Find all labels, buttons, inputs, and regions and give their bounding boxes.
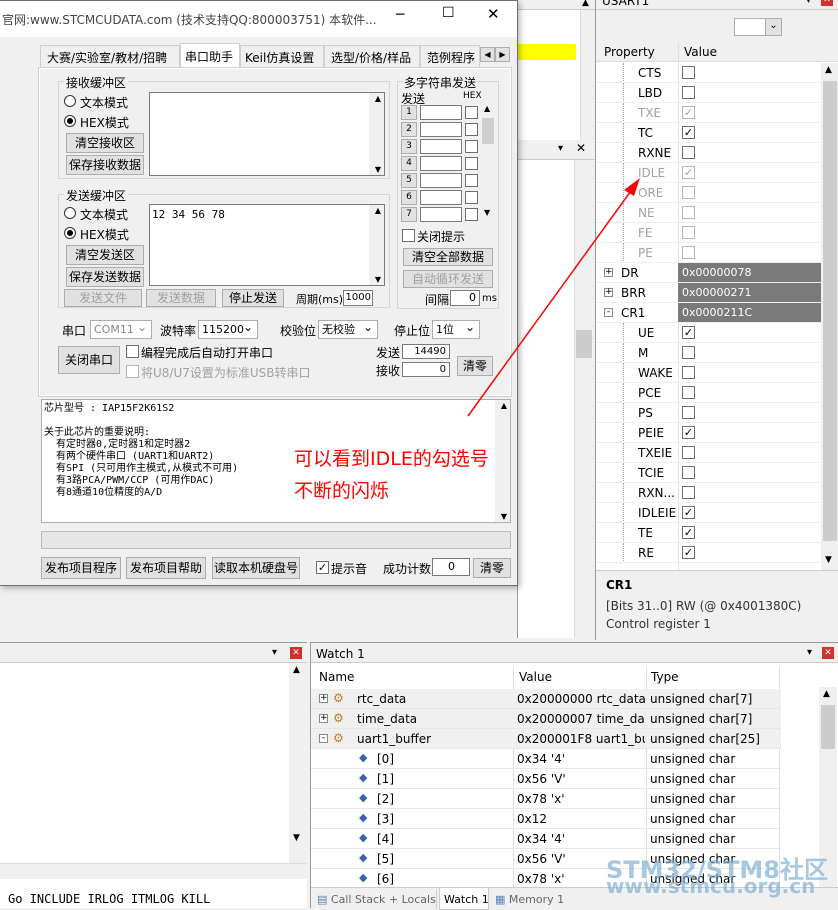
watermark-line2: www.stmcu.org.cn <box>606 874 816 898</box>
annotation-arrow-head <box>624 178 640 196</box>
annotation-line1: 可以看到IDLE的勾选号 <box>294 448 489 470</box>
annotation-line2: 不断的闪烁 <box>294 480 390 502</box>
annotation-arrow-line <box>467 183 637 417</box>
